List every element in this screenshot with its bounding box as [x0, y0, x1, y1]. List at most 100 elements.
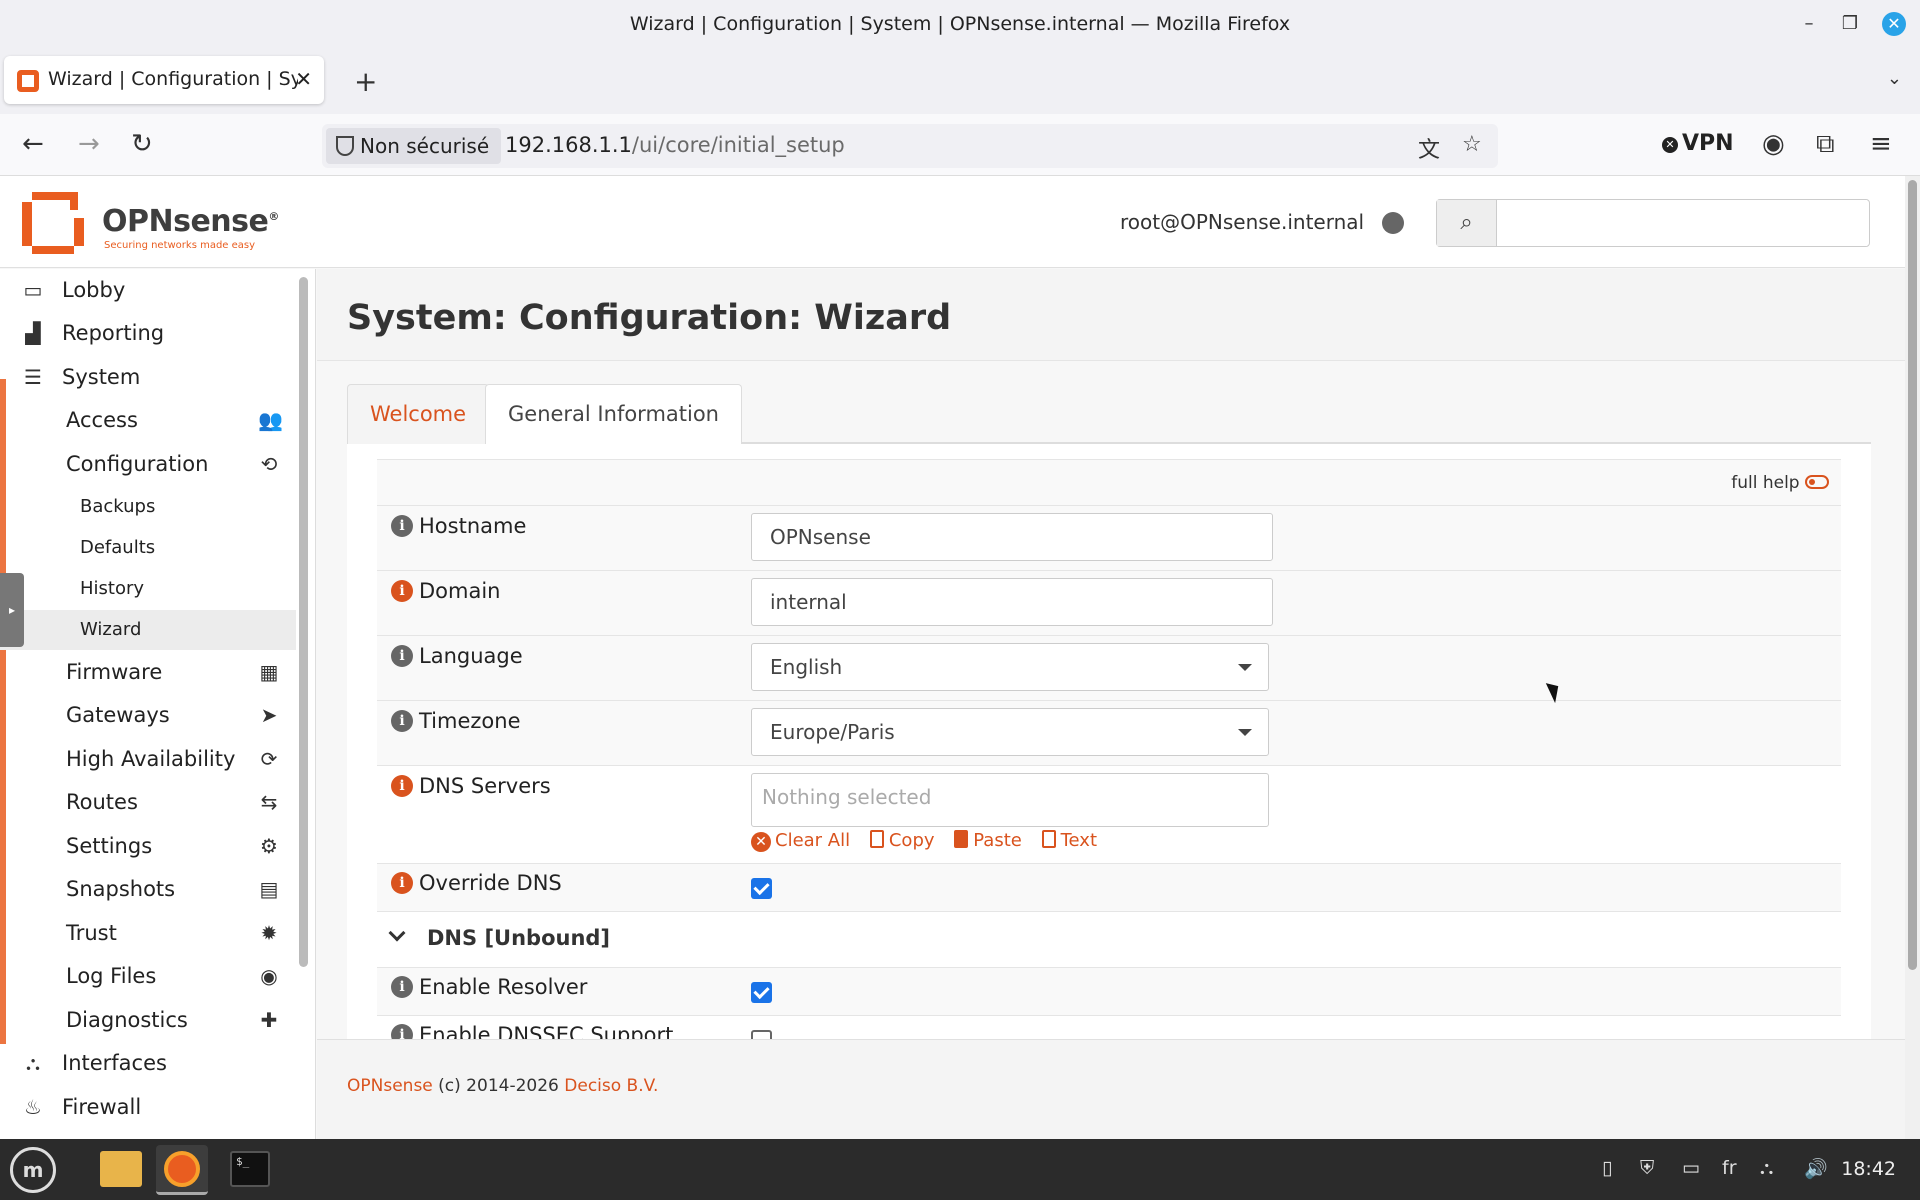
vpn-status-icon: ✕	[1662, 137, 1678, 153]
forward-icon[interactable]: →	[78, 130, 100, 158]
bookmark-star-icon[interactable]: ☆	[1462, 132, 1482, 157]
language-select[interactable]: English	[751, 643, 1269, 691]
paste-icon	[954, 830, 969, 848]
hdd-icon: ▤	[259, 877, 279, 901]
opnsense-logo-icon[interactable]	[18, 188, 88, 258]
sidebar-item-history[interactable]: History	[0, 569, 296, 609]
clock[interactable]: 18:42	[1841, 1158, 1896, 1180]
sidebar-item-configuration[interactable]: Configuration ⟲	[0, 443, 296, 485]
clear-all-button[interactable]: ✕ Clear All	[751, 830, 850, 852]
menu-icon[interactable]: ≡	[1870, 130, 1892, 158]
clipboard-icon[interactable]: ▯	[1602, 1157, 1612, 1179]
info-icon[interactable]: i	[391, 976, 413, 998]
footer-brand-link[interactable]: OPNsense	[347, 1076, 433, 1096]
close-window-button[interactable]: ✕	[1882, 12, 1906, 36]
laptop-icon: ▭	[23, 278, 43, 302]
reload-icon[interactable]: ↻	[131, 130, 153, 158]
info-icon[interactable]: i	[391, 515, 413, 537]
sidebar-item-reporting[interactable]: ▟ Reporting	[0, 312, 296, 354]
cogs-icon: ⚙	[260, 834, 278, 858]
chevron-down-icon	[388, 924, 406, 942]
tab-general-information[interactable]: General Information	[485, 384, 742, 446]
keyboard-layout-indicator[interactable]: fr	[1722, 1157, 1737, 1179]
url-path: /ui/core/initial_setup	[631, 133, 845, 157]
hostname-row: i Hostname OPNsense	[377, 505, 1841, 570]
sidebar-item-routes[interactable]: Routes ⇆	[0, 781, 296, 823]
info-required-icon[interactable]: i	[391, 775, 413, 797]
volume-icon[interactable]: 🔊	[1804, 1157, 1828, 1180]
search-icon[interactable]: ⌕	[1437, 200, 1497, 246]
paste-button[interactable]: Paste	[954, 830, 1022, 851]
terminal-icon[interactable]: $_	[230, 1151, 270, 1187]
translate-icon[interactable]: 文	[1418, 132, 1440, 164]
sidebar-item-system[interactable]: ☰ System	[0, 356, 296, 398]
browser-tab[interactable]: Wizard | Configuration | System | OPNsen…	[4, 56, 324, 104]
sidebar-item-diagnostics[interactable]: Diagnostics ✚	[0, 999, 296, 1041]
url-text[interactable]: 192.168.1.1/ui/core/initial_setup	[505, 133, 845, 157]
file-manager-icon[interactable]	[100, 1151, 142, 1187]
maximize-button[interactable]: ❐	[1838, 12, 1862, 36]
new-tab-button[interactable]: +	[354, 65, 377, 98]
times-circle-icon: ✕	[751, 832, 771, 852]
sidebar-item-log-files[interactable]: Log Files ◉	[0, 955, 296, 997]
minimize-button[interactable]: –	[1797, 12, 1821, 36]
search-input[interactable]	[1499, 200, 1867, 246]
browser-tabbar: Wizard | Configuration | System | OPNsen…	[0, 48, 1920, 114]
sidebar-item-gateways[interactable]: Gateways ➤	[0, 694, 296, 736]
tab-list-button[interactable]: ⌄	[1887, 68, 1902, 89]
fire-icon: ♨	[24, 1095, 42, 1119]
sidebar-item-high-availability[interactable]: High Availability ⟳	[0, 738, 296, 780]
footer-company-link[interactable]: Deciso B.V.	[564, 1076, 658, 1096]
tab-close-icon[interactable]: ✕	[295, 67, 312, 91]
display-icon[interactable]: ▭	[1682, 1157, 1700, 1179]
sidebar-item-lobby[interactable]: ▭ Lobby	[0, 269, 296, 311]
sidebar-item-firewall[interactable]: ♨ Firewall	[0, 1086, 296, 1128]
sidebar-item-settings[interactable]: Settings ⚙	[0, 825, 296, 867]
mint-menu-icon[interactable]: m	[10, 1147, 56, 1193]
override-dns-checkbox[interactable]	[751, 878, 772, 899]
shield-tray-icon[interactable]: ⛨	[1640, 1157, 1654, 1179]
page-scrollbar-thumb[interactable]	[1908, 180, 1917, 970]
users-icon: 👥	[258, 408, 283, 432]
dns-servers-row: i DNS Servers Nothing selected ✕ Clear Al…	[377, 765, 1841, 863]
full-help-toggle[interactable]: full help	[1731, 473, 1829, 493]
site-security-indicator[interactable]: Non sécurisé	[326, 128, 502, 164]
language-label: Language	[419, 644, 523, 668]
tab-welcome[interactable]: Welcome	[347, 384, 490, 444]
sidebar-item-interfaces[interactable]: ⛬ Interfaces	[0, 1042, 296, 1084]
info-required-icon[interactable]: i	[391, 872, 413, 894]
page-footer: OPNsense (c) 2014-2026 Deciso B.V.	[317, 1039, 1905, 1139]
timezone-select[interactable]: Europe/Paris	[751, 708, 1269, 756]
search-box: ⌕	[1436, 199, 1870, 247]
enable-resolver-row: i Enable Resolver	[377, 967, 1841, 1015]
sidebar-item-backups[interactable]: Backups	[0, 487, 296, 527]
sidebar-item-trust[interactable]: Trust ✹	[0, 912, 296, 954]
enable-resolver-checkbox[interactable]	[751, 982, 772, 1003]
text-button[interactable]: Text	[1041, 830, 1097, 851]
dns-unbound-section-header[interactable]: DNS [Unbound]	[377, 911, 1841, 967]
sidebar-scrollbar[interactable]	[299, 277, 308, 967]
sidebar-item-access[interactable]: Access 👥	[0, 399, 296, 441]
firefox-icon[interactable]	[164, 1151, 200, 1187]
info-icon[interactable]: i	[391, 645, 413, 667]
info-required-icon[interactable]: i	[391, 580, 413, 602]
dns-servers-input[interactable]: Nothing selected	[751, 773, 1269, 827]
sidebar-collapse-toggle[interactable]: ▸	[0, 573, 24, 647]
logged-in-user[interactable]: root@OPNsense.internal	[1120, 210, 1364, 234]
sidebar-item-snapshots[interactable]: Snapshots ▤	[0, 868, 296, 910]
extensions-icon[interactable]: ⧉	[1816, 130, 1835, 158]
back-icon[interactable]: ←	[22, 130, 44, 158]
sidebar-item-defaults[interactable]: Defaults	[0, 528, 296, 568]
sidebar-item-wizard[interactable]: Wizard	[0, 610, 296, 650]
copy-button[interactable]: Copy	[869, 830, 935, 851]
vpn-button[interactable]: ✕ VPN	[1662, 131, 1734, 156]
status-indicator-icon[interactable]	[1382, 212, 1404, 234]
domain-input[interactable]: internal	[751, 578, 1273, 626]
page-scrollbar[interactable]	[1905, 176, 1920, 1139]
hostname-input[interactable]: OPNsense	[751, 513, 1273, 561]
info-icon[interactable]: i	[391, 710, 413, 732]
network-icon[interactable]: ⛬	[1760, 1157, 1773, 1179]
url-bar[interactable]: Non sécurisé 192.168.1.1/ui/core/initial…	[322, 124, 1498, 168]
sidebar-item-firmware[interactable]: Firmware ▦	[0, 651, 296, 693]
account-icon[interactable]: ◉	[1762, 130, 1785, 158]
